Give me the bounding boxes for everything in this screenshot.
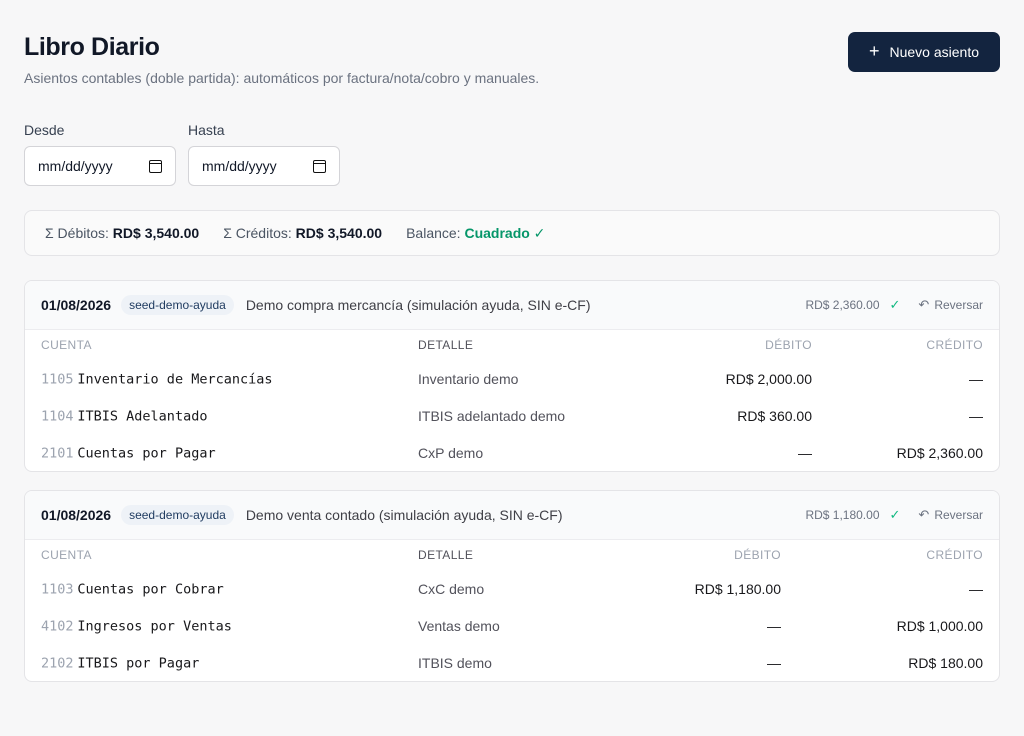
account-code: 2101 <box>41 445 74 461</box>
balanced-check-icon: ✓ <box>889 297 901 312</box>
line-credit: — <box>969 580 983 597</box>
desde-label: Desde <box>24 122 65 138</box>
page-title: Libro Diario <box>24 33 160 61</box>
journal-entry-card: 01/08/2026 seed-demo-ayuda Demo compra m… <box>24 280 1000 472</box>
hasta-date-input[interactable]: mm/dd/yyyy <box>188 146 340 186</box>
account-name: Cuentas por Cobrar <box>77 581 224 597</box>
reverse-button-label: Reversar <box>934 298 983 312</box>
hasta-label: Hasta <box>188 122 225 138</box>
new-entry-button[interactable]: + Nuevo asiento <box>848 32 1000 72</box>
account-cell: 1103 Cuentas por Cobrar <box>41 580 224 597</box>
entry-column-headers: CUENTA DETALLE DÉBITO CRÉDITO <box>25 540 999 570</box>
plus-icon: + <box>868 41 880 61</box>
column-cuenta: CUENTA <box>41 338 92 352</box>
account-code: 2102 <box>41 655 74 671</box>
line-debit: RD$ 1,180.00 <box>694 580 781 597</box>
account-code: 1103 <box>41 581 74 597</box>
line-debit: — <box>767 654 781 671</box>
line-credit: RD$ 180.00 <box>908 654 983 671</box>
entry-line-row: 1105 Inventario de Mercancías Inventario… <box>25 360 999 397</box>
line-detail: ITBIS demo <box>418 654 492 671</box>
line-debit: RD$ 360.00 <box>737 407 812 424</box>
debits-total: Σ Débitos: RD$ 3,540.00 <box>45 225 200 241</box>
calendar-icon[interactable] <box>149 159 162 173</box>
hasta-date-value: mm/dd/yyyy <box>202 158 277 174</box>
journal-entry-card: 01/08/2026 seed-demo-ayuda Demo venta co… <box>24 490 1000 682</box>
entry-tag-badge: seed-demo-ayuda <box>121 295 234 315</box>
desde-date-value: mm/dd/yyyy <box>38 158 113 174</box>
entry-line-row: 1104 ITBIS Adelantado ITBIS adelantado d… <box>25 397 999 434</box>
account-cell: 2101 Cuentas por Pagar <box>41 444 216 461</box>
account-name: Cuentas por Pagar <box>77 445 216 461</box>
reverse-button[interactable]: ↶ Reversar <box>918 297 983 313</box>
undo-icon: ↶ <box>918 507 930 522</box>
entry-line-row: 1103 Cuentas por Cobrar CxC demo RD$ 1,1… <box>25 570 999 607</box>
entry-date: 01/08/2026 <box>41 297 112 313</box>
entry-date: 01/08/2026 <box>41 507 112 523</box>
libro-diario-page: Libro Diario Asientos contables (doble p… <box>0 0 1024 736</box>
column-debito: DÉBITO <box>734 548 781 562</box>
entry-description: Demo venta contado (simulación ayuda, SI… <box>245 507 563 523</box>
account-name: ITBIS por Pagar <box>77 655 200 671</box>
line-credit: RD$ 1,000.00 <box>896 617 983 634</box>
account-code: 1104 <box>41 408 74 424</box>
line-debit: — <box>798 444 812 461</box>
balance-status: Balance: Cuadrado ✓ <box>406 224 546 241</box>
entry-total: RD$ 2,360.00 <box>805 298 880 312</box>
entry-header: 01/08/2026 seed-demo-ayuda Demo venta co… <box>25 491 999 540</box>
entry-line-row: 2101 Cuentas por Pagar CxP demo — RD$ 2,… <box>25 434 999 471</box>
account-cell: 1105 Inventario de Mercancías <box>41 370 272 387</box>
entry-column-headers: CUENTA DETALLE DÉBITO CRÉDITO <box>25 330 999 360</box>
balanced-check-icon: ✓ <box>889 507 901 522</box>
reverse-button-label: Reversar <box>934 508 983 522</box>
page-subtitle: Asientos contables (doble partida): auto… <box>24 70 540 86</box>
line-credit: RD$ 2,360.00 <box>896 444 983 461</box>
line-detail: Inventario demo <box>418 370 519 387</box>
account-cell: 2102 ITBIS por Pagar <box>41 654 199 671</box>
entry-description: Demo compra mercancía (simulación ayuda,… <box>245 297 591 313</box>
account-name: ITBIS Adelantado <box>77 408 208 424</box>
desde-date-input[interactable]: mm/dd/yyyy <box>24 146 176 186</box>
totals-summary: Σ Débitos: RD$ 3,540.00 Σ Créditos: RD$ … <box>24 210 1000 256</box>
entry-line-row: 2102 ITBIS por Pagar ITBIS demo — RD$ 18… <box>25 644 999 681</box>
line-credit: — <box>969 407 983 424</box>
account-name: Ingresos por Ventas <box>77 618 232 634</box>
entry-total: RD$ 1,180.00 <box>805 508 880 522</box>
calendar-icon[interactable] <box>313 159 326 173</box>
account-code: 1105 <box>41 371 74 387</box>
account-code: 4102 <box>41 618 74 634</box>
line-detail: ITBIS adelantado demo <box>418 407 566 424</box>
column-credito: CRÉDITO <box>926 548 983 562</box>
line-debit: RD$ 2,000.00 <box>725 370 812 387</box>
line-detail: CxC demo <box>418 580 485 597</box>
line-credit: — <box>969 370 983 387</box>
column-credito: CRÉDITO <box>926 338 983 352</box>
account-cell: 1104 ITBIS Adelantado <box>41 407 207 424</box>
account-cell: 4102 Ingresos por Ventas <box>41 617 232 634</box>
entry-header: 01/08/2026 seed-demo-ayuda Demo compra m… <box>25 281 999 330</box>
line-detail: Ventas demo <box>418 617 500 634</box>
reverse-button[interactable]: ↶ Reversar <box>918 507 983 523</box>
entry-line-row: 4102 Ingresos por Ventas Ventas demo — R… <box>25 607 999 644</box>
undo-icon: ↶ <box>918 297 930 312</box>
entry-tag-badge: seed-demo-ayuda <box>121 505 234 525</box>
account-name: Inventario de Mercancías <box>77 371 273 387</box>
column-detalle: DETALLE <box>418 548 474 562</box>
new-entry-button-label: Nuevo asiento <box>889 44 980 60</box>
column-detalle: DETALLE <box>418 338 474 352</box>
column-cuenta: CUENTA <box>41 548 92 562</box>
column-debito: DÉBITO <box>765 338 812 352</box>
line-detail: CxP demo <box>418 444 484 461</box>
credits-total: Σ Créditos: RD$ 3,540.00 <box>223 225 383 241</box>
line-debit: — <box>767 617 781 634</box>
